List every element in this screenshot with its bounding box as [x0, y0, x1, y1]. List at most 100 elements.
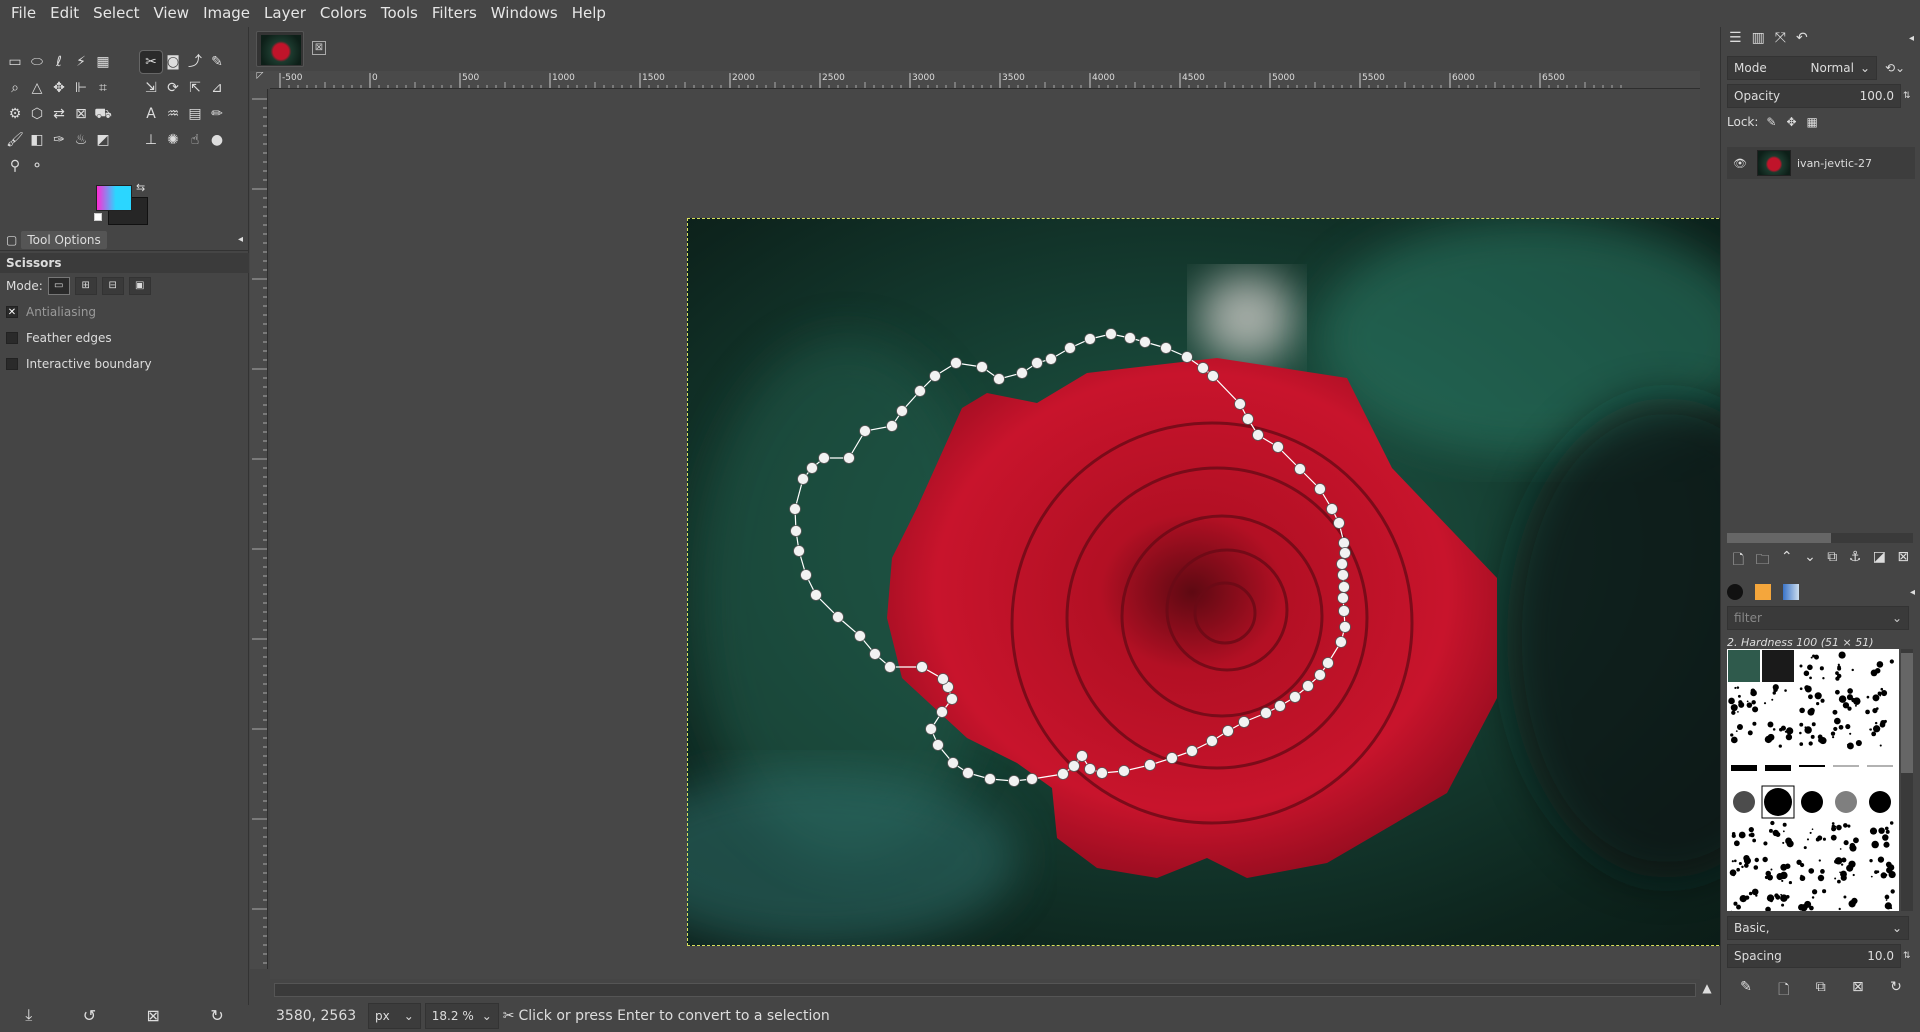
anchor-layer-icon[interactable]: ⚓ — [1849, 549, 1862, 573]
move-icon[interactable]: ✥ — [48, 77, 70, 99]
scale-icon[interactable]: ⇱ — [184, 77, 206, 99]
gradients-tab-icon[interactable] — [1783, 584, 1799, 600]
brush-thumb[interactable] — [1765, 722, 1794, 748]
patterns-tab-icon[interactable] — [1755, 584, 1771, 600]
vertical-ruler[interactable] — [250, 89, 268, 969]
airbrush-icon[interactable]: ✑ — [48, 129, 70, 151]
brush-preset-select[interactable]: Basic, ⌄ — [1727, 916, 1909, 940]
lock-pixels-icon[interactable]: ✎ — [1766, 115, 1776, 129]
brush-filter-input[interactable]: filter ⌄ — [1727, 606, 1909, 630]
menu-select[interactable]: Select — [86, 0, 146, 27]
flip-icon[interactable]: ⇄ — [48, 103, 70, 125]
brush-thumb[interactable] — [1765, 765, 1791, 771]
brush-thumb[interactable] — [1835, 651, 1854, 680]
brush-thumb[interactable] — [1799, 685, 1824, 715]
fill-icon[interactable]: ♒ — [162, 103, 184, 125]
shear-icon[interactable]: ⊿ — [206, 77, 228, 99]
duplicate-brush-icon[interactable]: ⧉ — [1816, 979, 1826, 1003]
unit-select[interactable]: px⌄ — [368, 1003, 421, 1029]
brush-thumb[interactable] — [1869, 720, 1887, 747]
swap-colors-icon[interactable]: ⇆ — [136, 181, 145, 194]
gradient-icon[interactable]: ▤ — [184, 103, 206, 125]
image-tab[interactable] — [256, 31, 304, 67]
configure-tab-icon[interactable]: ◂ — [238, 234, 243, 245]
brush-thumb[interactable] — [1831, 822, 1859, 852]
brush-thumb[interactable] — [1799, 654, 1824, 679]
menu-colors[interactable]: Colors — [313, 0, 374, 27]
bucket-fill-icon[interactable]: ⛟ — [92, 103, 114, 125]
mode-select[interactable]: Mode Normal ⌄ — [1727, 56, 1877, 80]
menu-filters[interactable]: Filters — [425, 0, 484, 27]
mode-add-button[interactable]: ⊞ — [75, 277, 97, 295]
configure-tab-icon[interactable]: ◂ — [1909, 33, 1914, 44]
foreground-color[interactable] — [96, 185, 132, 211]
fuzzy-select-icon[interactable]: ⚡ — [70, 51, 92, 73]
rotate-icon[interactable]: ⟳ — [162, 77, 184, 99]
opacity-spinner[interactable]: Opacity 100.0 — [1727, 84, 1901, 108]
configure-tab-icon[interactable]: ◂ — [1910, 587, 1915, 598]
new-brush-icon[interactable]: 🗋 — [1778, 979, 1789, 1003]
antialiasing-checkbox[interactable]: ✕ — [6, 306, 18, 318]
layers-tab-icon[interactable]: ☰ — [1729, 30, 1742, 46]
canvas[interactable] — [270, 89, 1700, 979]
eraser-icon[interactable]: ◧ — [26, 129, 48, 151]
horizontal-ruler[interactable]: -500050010001500200025003000350040004500… — [270, 71, 1700, 89]
visibility-eye-icon[interactable]: 👁 — [1733, 157, 1747, 170]
horizontal-scrollbar[interactable] — [274, 983, 1696, 997]
undo-tab-icon[interactable]: ↶ — [1796, 30, 1808, 46]
layers-scrollbar[interactable] — [1727, 533, 1913, 543]
layer-mask-icon[interactable]: ◪ — [1873, 549, 1886, 573]
lock-position-icon[interactable]: ✥ — [1786, 115, 1796, 129]
new-layer-icon[interactable]: 🗋 — [1733, 549, 1744, 573]
mode-replace-button[interactable]: ▭ — [48, 277, 70, 295]
brush-thumb[interactable] — [1867, 765, 1893, 767]
edit-brush-icon[interactable]: ✎ — [1740, 979, 1752, 1003]
brush-thumb[interactable] — [1796, 859, 1824, 881]
brush-thumb[interactable] — [1804, 828, 1826, 849]
menu-windows[interactable]: Windows — [484, 0, 565, 27]
crop-icon[interactable]: ⌗ — [92, 77, 114, 99]
brush-thumb[interactable] — [1834, 857, 1856, 883]
brush-thumb[interactable] — [1832, 896, 1857, 911]
brush-thumb[interactable] — [1728, 650, 1760, 682]
menu-image[interactable]: Image — [196, 0, 257, 27]
brush-thumb[interactable] — [1730, 855, 1759, 876]
dodge-icon[interactable]: ⚬ — [26, 155, 48, 177]
menu-view[interactable]: View — [146, 0, 196, 27]
spinner-arrows-icon[interactable]: ⇅ — [1903, 951, 1911, 961]
save-options-icon[interactable]: ⤓ — [25, 1005, 32, 1025]
blur-icon[interactable]: ⚲ — [4, 155, 26, 177]
layer-name[interactable]: ivan-jevtic-27 — [1797, 157, 1872, 170]
delete-brush-icon[interactable]: ⊠ — [1852, 979, 1864, 1003]
lock-alpha-icon[interactable]: ▦ — [1807, 115, 1818, 129]
menu-help[interactable]: Help — [565, 0, 613, 27]
menu-tools[interactable]: Tools — [374, 0, 425, 27]
tool-options-tab[interactable]: ▢ Tool Options ◂ — [0, 229, 249, 251]
brush-thumb[interactable] — [1801, 791, 1823, 813]
zoom-select[interactable]: 18.2 %⌄ — [425, 1003, 499, 1029]
antialiasing-option[interactable]: ✕ Antialiasing — [0, 299, 249, 325]
close-tab-icon[interactable]: ⊠ — [312, 41, 326, 55]
menu-layer[interactable]: Layer — [257, 0, 313, 27]
delete-layer-icon[interactable]: ⊠ — [1897, 549, 1909, 573]
brush-thumb[interactable] — [1763, 821, 1793, 848]
pencil-icon[interactable]: ✏ — [206, 103, 228, 125]
brush-thumb[interactable] — [1798, 889, 1826, 911]
ellipse-select-icon[interactable]: ⬭ — [26, 51, 48, 73]
navigate-icon[interactable]: ▲ — [1698, 981, 1716, 999]
paths-icon[interactable]: ⤴ — [184, 51, 206, 73]
paths-tab-icon[interactable]: ⤧ — [1775, 30, 1786, 46]
unified-transform-icon[interactable]: ⇲ — [140, 77, 162, 99]
brush-thumb[interactable] — [1732, 827, 1756, 846]
brush-thumb[interactable] — [1835, 791, 1857, 813]
brush-thumb[interactable] — [1764, 893, 1790, 911]
zoom-icon[interactable]: ⌕ — [4, 77, 26, 99]
brush-thumb[interactable] — [1832, 688, 1860, 715]
refresh-brushes-icon[interactable]: ↻ — [1890, 979, 1902, 1003]
text-icon[interactable]: A — [140, 103, 162, 125]
warp-icon[interactable]: ⚙ — [4, 103, 26, 125]
rect-select-icon[interactable]: ▭ — [4, 51, 26, 73]
raise-layer-icon[interactable]: ⌃ — [1781, 549, 1793, 573]
paintbrush-icon[interactable]: 🖌 — [4, 129, 26, 151]
brushes-tab-icon[interactable] — [1727, 584, 1743, 600]
